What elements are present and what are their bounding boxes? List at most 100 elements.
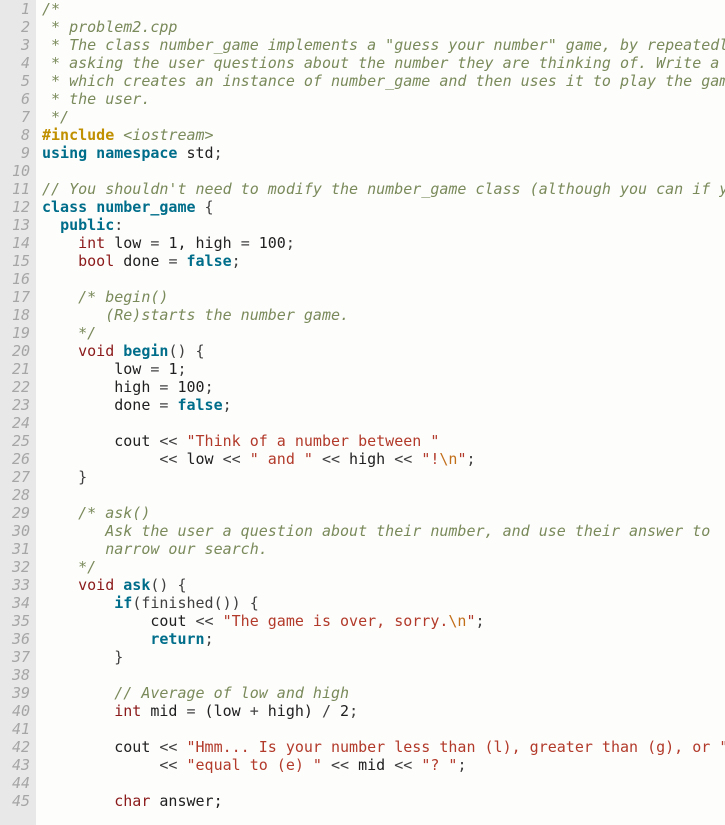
code-token <box>42 216 60 234</box>
code-token: /* <box>42 0 60 18</box>
line-number: 2 <box>4 18 30 36</box>
code-token: "Think of a number between " <box>187 432 440 450</box>
line-number: 13 <box>4 216 30 234</box>
line-number: 7 <box>4 108 30 126</box>
code-token: begin <box>123 342 168 360</box>
code-line: if(finished()) { <box>42 594 725 612</box>
code-token: , high <box>177 234 240 252</box>
code-token <box>177 252 186 270</box>
code-token <box>412 756 421 774</box>
line-number: 8 <box>4 126 30 144</box>
line-number: 18 <box>4 306 30 324</box>
line-number: 16 <box>4 270 30 288</box>
code-token: "Hmm... Is your number less than (l), gr… <box>187 738 725 756</box>
code-line: << "equal to (e) " << mid << "? "; <box>42 756 725 774</box>
code-token <box>42 288 78 306</box>
code-token: << <box>159 756 177 774</box>
code-token: mid <box>141 702 186 720</box>
code-token: * asking the user questions about the nu… <box>42 54 725 72</box>
code-line <box>42 720 725 738</box>
code-token: */ <box>42 558 96 576</box>
line-number: 37 <box>4 648 30 666</box>
code-token <box>42 702 114 720</box>
code-token: () { <box>168 342 204 360</box>
line-number: 4 <box>4 54 30 72</box>
code-token: ; <box>476 612 485 630</box>
code-line: char answer; <box>42 792 725 810</box>
code-line: /* begin() <box>42 288 725 306</box>
code-line: * The class number_game implements a "gu… <box>42 36 725 54</box>
code-token: << <box>394 756 412 774</box>
code-line: } <box>42 468 725 486</box>
code-token: " <box>466 612 475 630</box>
line-number: 34 <box>4 594 30 612</box>
code-token <box>114 342 123 360</box>
code-token: high <box>42 378 159 396</box>
code-token: () { <box>150 576 186 594</box>
code-token: } <box>42 468 87 486</box>
code-line: (Re)starts the number game. <box>42 306 725 324</box>
code-token: "! <box>421 450 439 468</box>
code-token: done <box>114 252 168 270</box>
code-line <box>42 270 725 288</box>
code-token <box>42 594 114 612</box>
code-token: + <box>250 702 259 720</box>
code-token: ; <box>223 396 232 414</box>
code-token <box>313 450 322 468</box>
code-token: return <box>150 630 204 648</box>
code-token: << <box>331 756 349 774</box>
line-number: 22 <box>4 378 30 396</box>
code-token <box>241 450 250 468</box>
line-number: 28 <box>4 486 30 504</box>
code-token: <iostream> <box>123 126 213 144</box>
code-line: class number_game { <box>42 198 725 216</box>
code-token: int <box>78 234 105 252</box>
code-token: ; <box>232 252 241 270</box>
code-token: using namespace <box>42 144 187 162</box>
code-token: // Average of low and high <box>114 684 349 702</box>
code-token: 2 <box>340 702 349 720</box>
code-token: } <box>42 648 123 666</box>
code-token <box>42 792 114 810</box>
line-number: 27 <box>4 468 30 486</box>
code-line: * which creates an instance of number_ga… <box>42 72 725 90</box>
code-token: Ask the user a question about their numb… <box>42 522 710 540</box>
code-token: (low <box>196 702 250 720</box>
code-token: */ <box>42 108 69 126</box>
code-token: { <box>196 198 214 216</box>
code-line: */ <box>42 324 725 342</box>
code-token: 100 <box>177 378 204 396</box>
code-line: #include <iostream> <box>42 126 725 144</box>
code-line: cout << "Hmm... Is your number less than… <box>42 738 725 756</box>
code-token <box>42 342 78 360</box>
code-token: = <box>187 702 196 720</box>
code-token: narrow our search. <box>42 540 268 558</box>
line-number: 25 <box>4 432 30 450</box>
line-number-gutter: 1234567891011121314151617181920212223242… <box>0 0 36 825</box>
code-line: cout << "The game is over, sorry.\n"; <box>42 612 725 630</box>
code-token <box>42 234 78 252</box>
code-line <box>42 486 725 504</box>
code-token <box>177 756 186 774</box>
code-token: */ <box>42 324 96 342</box>
line-number: 45 <box>4 792 30 810</box>
code-token: "equal to (e) " <box>187 756 322 774</box>
line-number: 10 <box>4 162 30 180</box>
code-token <box>42 450 159 468</box>
code-token: << <box>196 612 214 630</box>
code-line: narrow our search. <box>42 540 725 558</box>
code-token: << <box>159 432 177 450</box>
line-number: 40 <box>4 702 30 720</box>
code-token: ; <box>466 450 475 468</box>
code-token: done <box>42 396 159 414</box>
code-token <box>250 234 259 252</box>
line-number: 20 <box>4 342 30 360</box>
code-token <box>114 576 123 594</box>
code-line: << low << " and " << high << "!\n"; <box>42 450 725 468</box>
line-number: 19 <box>4 324 30 342</box>
code-token: (finished()) { <box>132 594 258 612</box>
code-token: ; <box>177 360 186 378</box>
code-line: using namespace std; <box>42 144 725 162</box>
code-line: * asking the user questions about the nu… <box>42 54 725 72</box>
code-token: << <box>159 450 177 468</box>
